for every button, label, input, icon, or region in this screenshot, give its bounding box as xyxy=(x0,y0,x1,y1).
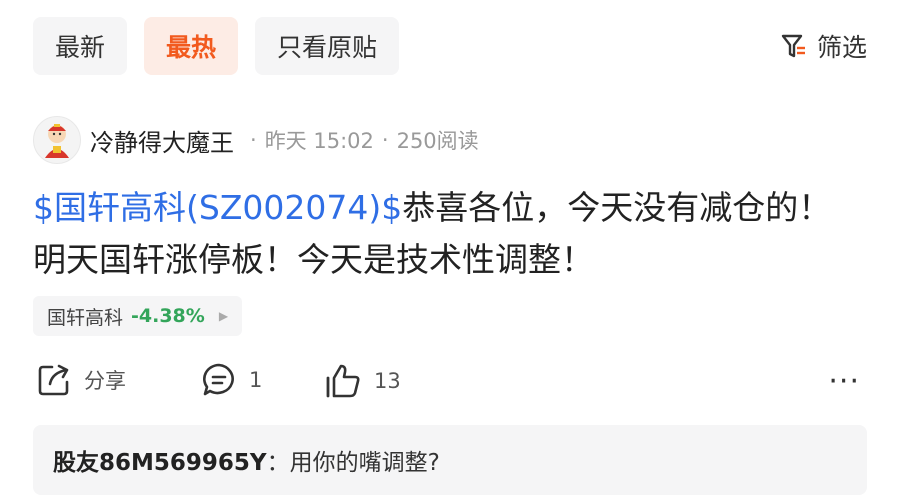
post-meta: · 昨天 15:02 · 250阅读 xyxy=(242,125,479,155)
thumbs-up-icon xyxy=(324,362,362,400)
share-button[interactable]: 分享 xyxy=(36,362,126,398)
tab-latest[interactable]: 最新 xyxy=(33,17,128,75)
sort-tabs: 最新 最热 只看原贴 xyxy=(33,17,400,75)
stock-tag[interactable]: 国轩高科 -4.38% ▶ xyxy=(33,296,243,336)
read-count: 250阅读 xyxy=(396,129,479,153)
comment-button[interactable]: 1 xyxy=(201,362,262,398)
post-text-2: 明天国轩涨停板！今天是技术性调整！ xyxy=(33,240,594,279)
author-name[interactable]: 冷静得大魔王 xyxy=(90,123,234,158)
post-time: 昨天 15:02 xyxy=(264,129,374,153)
tab-original-only[interactable]: 只看原贴 xyxy=(255,17,400,75)
post-text-1: 恭喜各位，今天没有减仓的！ xyxy=(402,188,832,227)
like-button[interactable]: 13 xyxy=(324,362,401,400)
avatar-image xyxy=(45,124,69,158)
post-line-1: $国轩高科(SZ002074)$恭喜各位，今天没有减仓的！ xyxy=(33,182,873,234)
comment-colon: ： xyxy=(266,450,290,476)
filter-button[interactable]: 筛选 xyxy=(781,28,867,64)
avatar[interactable] xyxy=(33,116,81,164)
filter-icon xyxy=(781,33,807,59)
share-label: 分享 xyxy=(84,369,126,393)
filter-label: 筛选 xyxy=(816,33,867,62)
stock-tag-name: 国轩高科 xyxy=(47,306,124,329)
post-header: 冷静得大魔王 · 昨天 15:02 · 250阅读 xyxy=(33,116,479,164)
like-count: 13 xyxy=(374,369,401,393)
comment-text: 用你的嘴调整? xyxy=(289,450,440,476)
comment-preview[interactable]: 股友86M569965Y ： 用你的嘴调整? xyxy=(33,425,867,495)
stock-tag-change: -4.38% xyxy=(131,305,205,327)
tab-hottest[interactable]: 最热 xyxy=(144,17,239,75)
share-icon xyxy=(36,362,72,398)
play-arrow-icon: ▶ xyxy=(218,309,229,323)
more-options-icon[interactable]: ··· xyxy=(828,367,860,397)
commenter-name[interactable]: 股友86M569965Y xyxy=(53,443,267,477)
stock-link[interactable]: $国轩高科(SZ002074)$ xyxy=(33,188,402,227)
comment-count: 1 xyxy=(249,368,263,392)
meta-separator: · xyxy=(250,128,257,152)
post-actions: 分享 1 13 ··· xyxy=(36,362,866,402)
meta-separator: · xyxy=(381,128,389,152)
comment-icon xyxy=(201,362,237,398)
post-content: $国轩高科(SZ002074)$恭喜各位，今天没有减仓的！ 明天国轩涨停板！今天… xyxy=(33,182,873,286)
